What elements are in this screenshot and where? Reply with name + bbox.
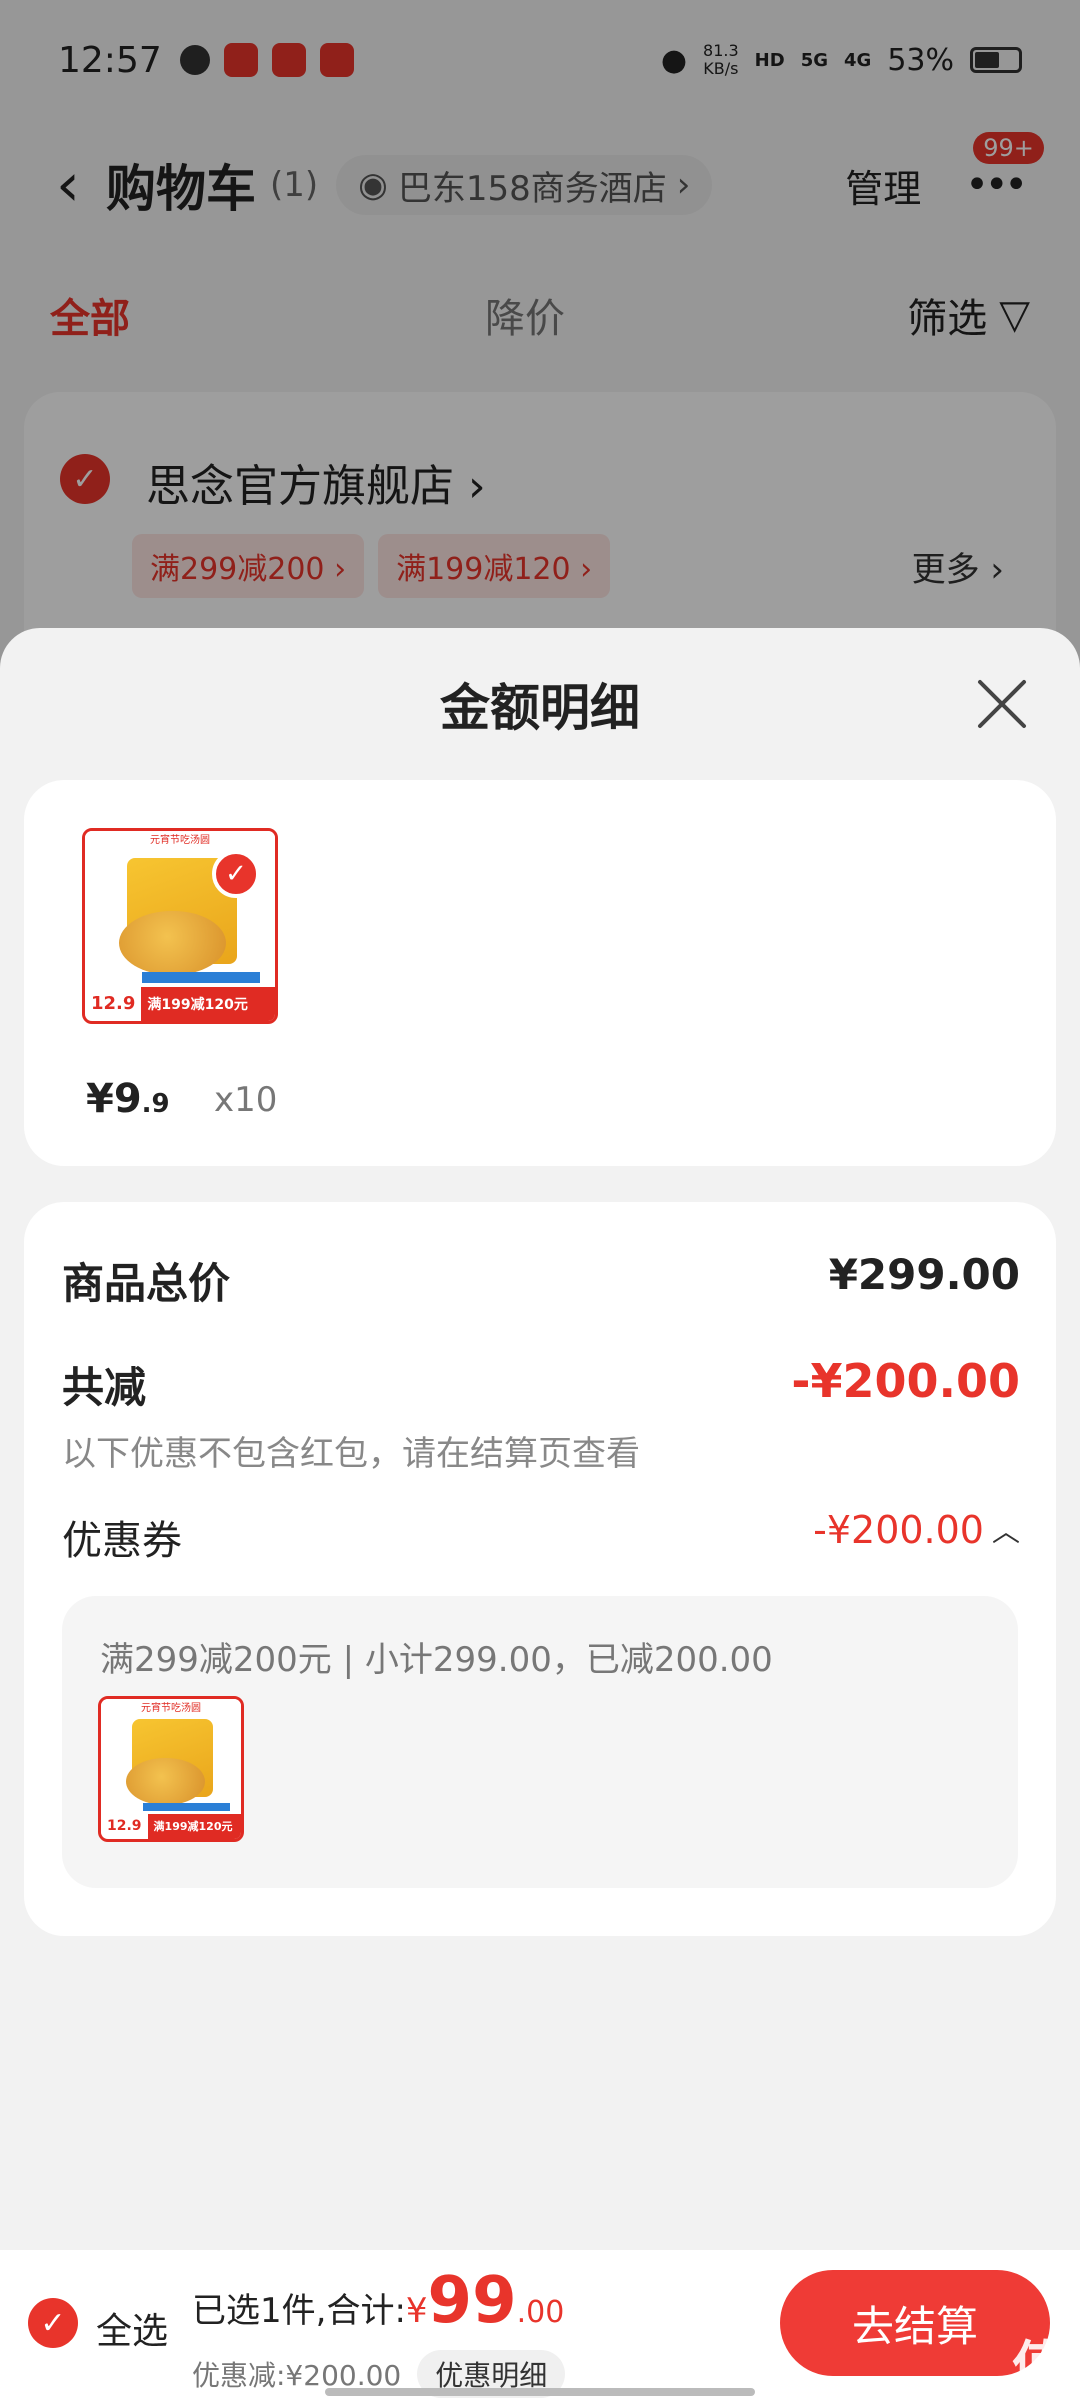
summary-yen: ¥ [405,2291,428,2331]
product-image-promo-strip: 12.9 满199减120元 [85,986,275,1021]
total-price-value: ¥299.00 [828,1250,1020,1299]
product-cake [126,1757,205,1806]
total-reduce-label: 共减 [62,1363,147,1412]
chevron-up-icon: ︿ [991,1515,1020,1548]
home-indicator [325,2388,755,2396]
order-summary: 已选1件,合计: ¥ 99 .00 [192,2264,564,2338]
summary-total-int: 99 [427,2264,517,2338]
product-image-promo: 满199减120元 [147,996,248,1013]
product-cake [119,910,226,976]
select-all-label[interactable]: 全选 [96,2302,168,2354]
summary-text: 已选1件,合计: [192,2291,406,2331]
product-image-promo-strip: 12.9 满199减120元 [101,1813,241,1839]
product-image: 元宵节吃汤圆 12.9 满199减120元 [98,1696,244,1842]
close-icon[interactable] [974,676,1030,732]
product-blue-strip [142,971,260,983]
amount-detail-card: 商品总价 ¥299.00 共减 -¥200.00 以下优惠不包含红包，请在结算页… [24,1202,1056,1936]
product-image-promo: 满199减120元 [153,1820,233,1834]
product-quantity: x10 [214,1080,278,1120]
coupon-description: 满299减200元 | 小计299.00，已减200.00 [100,1640,773,1680]
summary-total-dec: .00 [516,2295,565,2330]
product-thumbnail[interactable]: 元宵节吃汤圆 12.9 满199减120元 ✓ [82,828,278,1024]
product-blue-strip [143,1802,230,1811]
amount-detail-sheet: 金额明细 元宵节吃汤圆 12.9 满199减120元 ✓ ¥9.9 x10 商品… [0,628,1080,2400]
total-reduce-value: -¥200.00 [791,1354,1020,1408]
coupon-toggle[interactable]: -¥200.00 ︿ [813,1508,1020,1552]
sheet-title: 金额明细 [440,679,640,737]
product-price-dec: .9 [141,1089,170,1119]
select-all-check-icon[interactable]: ✓ [28,2298,78,2348]
checkout-button[interactable]: 去结算 [780,2270,1050,2376]
product-image-price: 12.9 [85,986,142,1021]
product-image-price: 12.9 [101,1813,148,1839]
goods-card: 元宵节吃汤圆 12.9 满199减120元 ✓ ¥9.9 x10 [24,780,1056,1166]
product-price: ¥9.9 [86,1076,170,1122]
product-check-icon: ✓ [212,850,260,898]
reduce-note: 以下优惠不包含红包，请在结算页查看 [62,1434,640,1474]
product-price-int: ¥9 [86,1076,142,1122]
coupon-value: -¥200.00 [813,1508,984,1552]
checkout-bar: ✓ 全选 已选1件,合计: ¥ 99 .00 优惠减:¥200.00 优惠明细 … [0,2250,1080,2400]
coupon-product-thumbnail[interactable]: 元宵节吃汤圆 12.9 满199减120元 [98,1696,244,1842]
coupon-detail-box: 满299减200元 | 小计299.00，已减200.00 元宵节吃汤圆 12.… [62,1596,1018,1888]
product-image-top-text: 元宵节吃汤圆 [101,1699,241,1719]
total-price-label: 商品总价 [62,1259,231,1308]
watermark-url: zhizhizhi.com [965,2378,1060,2394]
coupon-label: 优惠券 [62,1518,182,1564]
